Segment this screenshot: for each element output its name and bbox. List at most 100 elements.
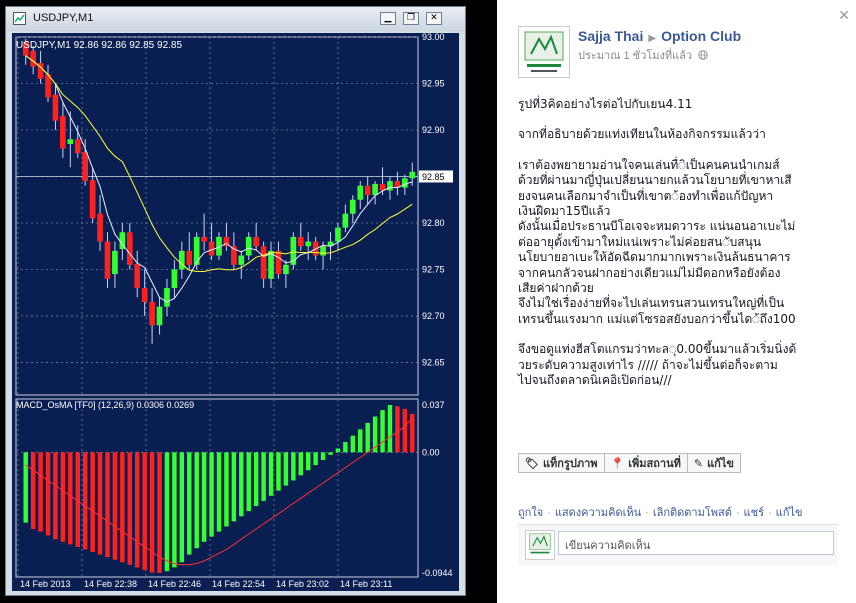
post-line: ต่ออายุตั้งเข้ามาใหม่แน่เพราะไม่ค่อยสน◌ั… [518, 234, 762, 249]
candle-up [387, 181, 393, 191]
candle-up [372, 183, 378, 196]
candle-down [104, 241, 111, 279]
window-close-icon: ✕ [430, 13, 438, 23]
macd-bar [164, 452, 170, 572]
candle-up [156, 306, 163, 326]
comment-link[interactable]: แสดงความคิดเห็น [555, 507, 641, 519]
macd-bar [283, 452, 289, 486]
macd-bar [224, 452, 229, 527]
macd-bar [335, 448, 341, 453]
avatar[interactable] [518, 26, 570, 78]
y-tick-label: 92.75 [422, 264, 445, 274]
candle-down [208, 241, 215, 256]
macd-bar [380, 410, 385, 453]
candle-up [245, 236, 252, 256]
macd-bar [313, 452, 318, 466]
candle-down [149, 302, 155, 326]
chart-window: USDJPY,M1 ▁ ❐ ✕ 93.00 92.95 92.90 92.85 92.8… [5, 6, 466, 596]
y-tick-label: 92.65 [422, 357, 445, 367]
pencil-icon: ✎ [693, 456, 704, 470]
candle-up [409, 171, 416, 179]
page-logo-icon [519, 27, 569, 77]
x-tick-label: 14 Feb 22:54 [212, 579, 265, 589]
like-link[interactable]: ถูกใจ [518, 507, 543, 519]
window-close-button[interactable]: ✕ [426, 12, 442, 25]
post-line: จากที่อธิบายด้วยแท่งเทียนในห้องกิจกรรมแล… [518, 127, 766, 142]
author-link[interactable]: Sajja Thai [578, 28, 643, 44]
link-separator: · [735, 507, 740, 519]
macd-bar [172, 452, 177, 568]
candle-down [30, 50, 36, 67]
candle-up [342, 213, 349, 228]
globe-icon[interactable] [698, 50, 708, 60]
restore-button[interactable]: ❐ [403, 12, 419, 25]
candle-down [97, 213, 103, 242]
macd-bar [38, 452, 43, 532]
macd-bar [246, 452, 251, 512]
candle-down [126, 232, 133, 265]
post-line: วยระดับความสูงเท่าไร ///// ถ้าจะไม่ขึ้นต… [518, 357, 778, 372]
macd-tick-label: -0.0944 [422, 568, 453, 578]
arrow-right-icon: ▶ [648, 33, 657, 44]
candle-down [82, 152, 89, 182]
post-message: รูปที่3คิดอย่างไรต่อไปกับเยน4.11 จากที่อธ… [518, 97, 848, 389]
candle-down [275, 250, 282, 275]
macd-bar [105, 452, 110, 558]
post-line: นโยบายอาเบะให้อัดฉีดมากมากเพราะเงินล้นธน… [518, 250, 791, 265]
macd-bar [97, 452, 103, 555]
unfollow-link[interactable]: เลิกติดตามโพสต์ [653, 507, 732, 519]
candle-down [141, 288, 148, 303]
candle-up [349, 199, 356, 214]
post-line: ยงจนคนเลือกมาจำเป็นที่เขาต◌้องทำเพื่อแก้… [518, 188, 774, 203]
macd-tick-label: 0.037 [422, 400, 445, 410]
close-icon[interactable]: ✕ [838, 8, 850, 24]
timestamp-link[interactable]: ประมาณ 1 ชั่วโมงที่แล้ว [578, 50, 692, 62]
y-tick-label: 93.00 [422, 33, 445, 42]
macd-bar [60, 452, 66, 542]
tag-photo-label: แท็กรูปภาพ [542, 457, 598, 470]
macd-bar [358, 429, 363, 453]
candle-up [305, 241, 312, 247]
post-line: ไปจนถึงตลาดนิเคอิเปิดก่อน/// [518, 373, 672, 388]
post-line: รูปที่3คิดอย่างไรต่อไปกับเยน4.11 [518, 97, 693, 111]
share-link[interactable]: แชร์ [744, 507, 764, 519]
macd-bar [45, 452, 51, 536]
macd-bar [149, 452, 155, 573]
post-line: เสียค่าฝากด้วย [518, 281, 594, 296]
chart-area[interactable]: 93.00 92.95 92.90 92.85 92.80 92.75 92.70 92.65… [12, 33, 459, 591]
macd-label: MACD_OsMA [TF0] (12,26,9) 0.0306 0.0269 [16, 400, 194, 410]
macd-bar [350, 435, 356, 453]
macd-bar [291, 452, 296, 481]
post-panel: ✕ Sajja Thai ▶ Option Club ประมาณ 1 ชั่วโม… [497, 0, 856, 603]
add-location-button[interactable]: 📍 เพิ่มสถานที่ [604, 453, 688, 473]
macd-bar [395, 406, 400, 453]
minimize-button[interactable]: ▁ [380, 12, 396, 25]
tag-photo-button[interactable]: 🏷 แท็กรูปภาพ [518, 453, 605, 473]
edit-link[interactable]: แก้ไข [776, 507, 803, 519]
post-line: จากคนกลัวจนฝากอย่างเดียวแม่ไม่มีดอกหรือย… [518, 265, 781, 280]
macd-bar [253, 452, 259, 507]
commenter-avatar[interactable] [525, 530, 555, 560]
candle-down [364, 185, 371, 196]
edit-button[interactable]: ✎ แก้ไข [687, 453, 741, 473]
window-title: USDJPY,M1 [33, 12, 94, 24]
main-plot-frame [15, 36, 419, 396]
comment-composer: เขียนความคิดเห็น [518, 524, 838, 565]
macd-bar [179, 452, 185, 563]
macd-bar [194, 452, 199, 549]
candle-up [402, 178, 408, 188]
page-link[interactable]: Option Club [661, 28, 741, 44]
comment-input[interactable]: เขียนความคิดเห็น [558, 531, 834, 555]
candle-up [238, 255, 245, 265]
photo-actions: 🏷 แท็กรูปภาพ 📍 เพิ่มสถานที่ ✎ แก้ไข [518, 453, 741, 475]
macd-bar [112, 452, 118, 560]
y-tick-label: 92.90 [422, 125, 445, 135]
macd-bar [90, 452, 95, 553]
location-pin-icon: 📍 [610, 456, 625, 470]
price-chart-svg[interactable]: 93.00 92.95 92.90 92.85 92.80 92.75 92.70 92.65… [12, 33, 459, 591]
macd-bar [53, 452, 58, 540]
candle-up [283, 264, 289, 275]
window-titlebar[interactable]: USDJPY,M1 ▁ ❐ ✕ [6, 7, 465, 31]
